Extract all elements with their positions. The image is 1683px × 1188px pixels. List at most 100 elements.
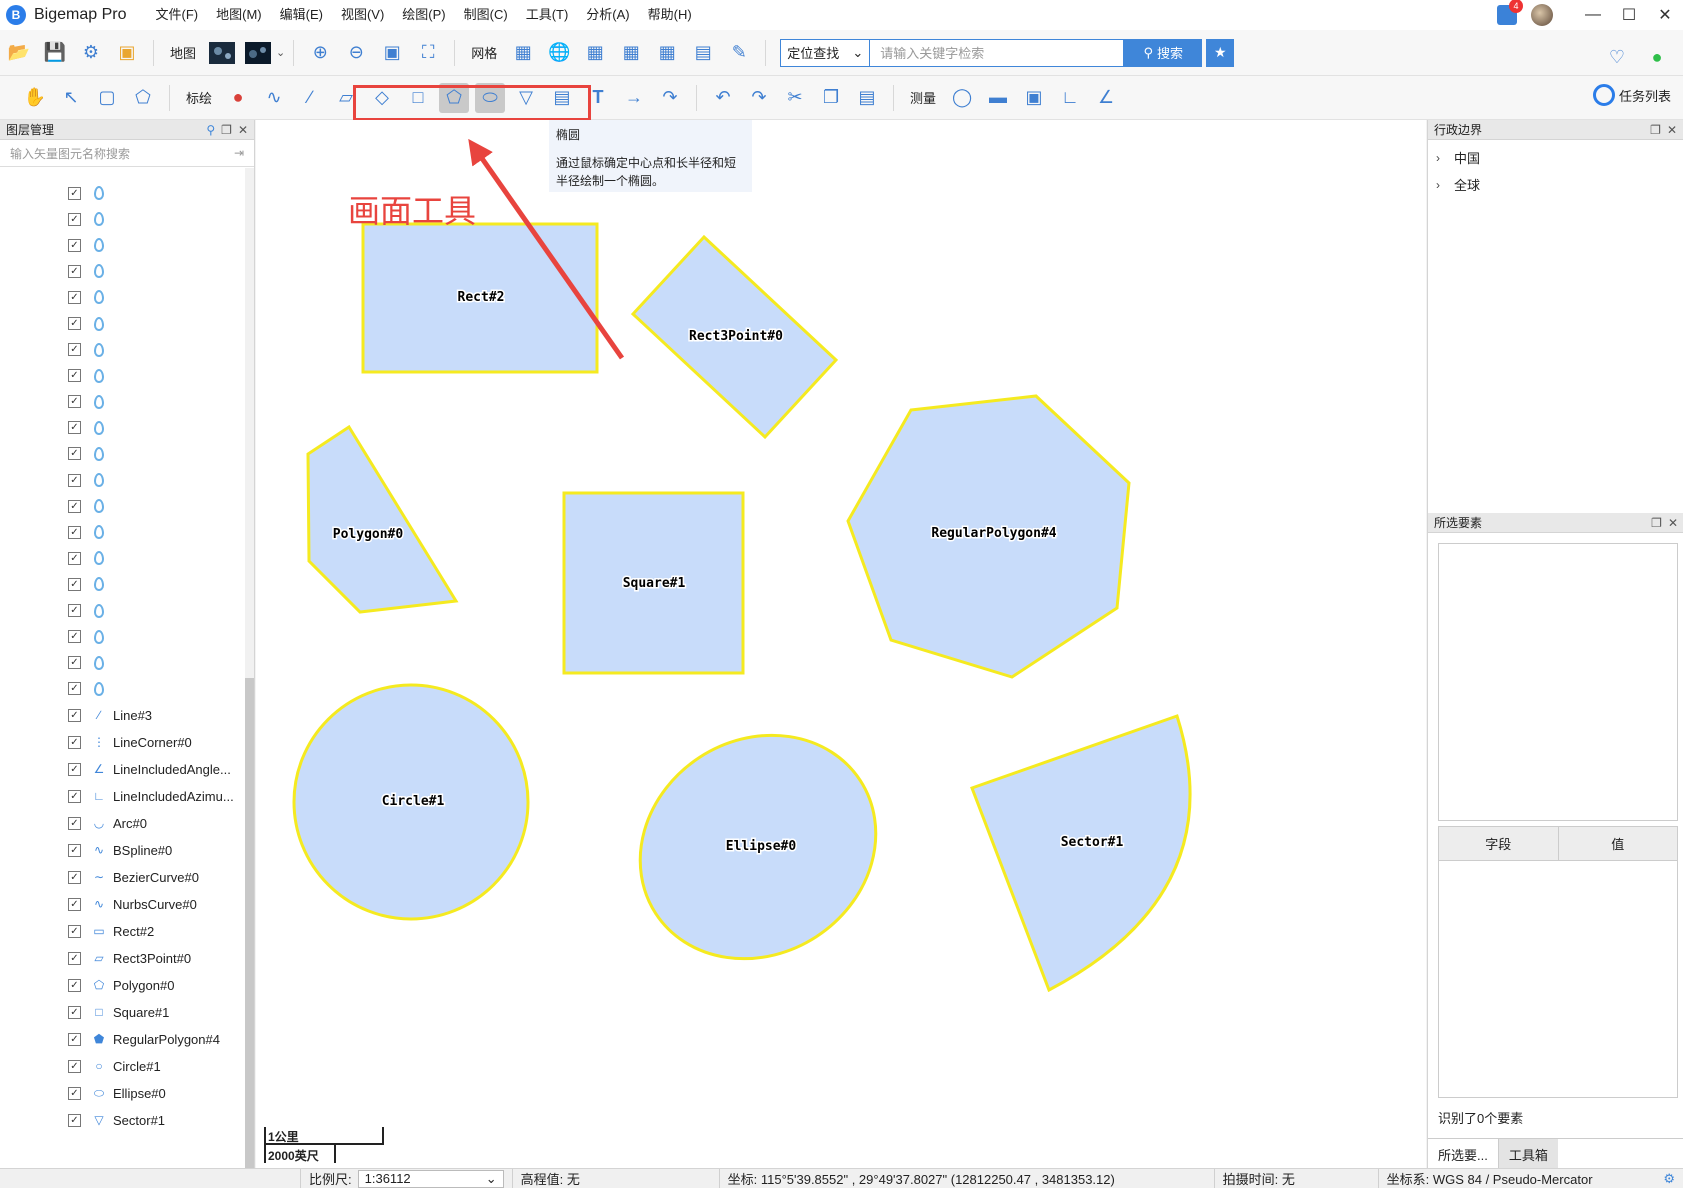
field-column-header[interactable]: 字段 bbox=[1439, 827, 1559, 860]
search-button[interactable]: ⚲ 搜索 bbox=[1124, 38, 1203, 67]
layer-checkbox[interactable]: ✓ bbox=[68, 682, 81, 696]
layer-row[interactable]: ✓ ∿ BSpline#0 bbox=[0, 837, 245, 864]
measure-distance-icon[interactable]: ▬ bbox=[983, 83, 1013, 113]
chevron-down-icon[interactable]: ⌄ bbox=[276, 46, 285, 59]
grid-icon[interactable]: ▦ bbox=[508, 38, 538, 68]
layer-checkbox[interactable]: ✓ bbox=[68, 843, 81, 857]
curve-arrow-icon[interactable]: ↷ bbox=[655, 83, 685, 113]
layer-checkbox[interactable]: ✓ bbox=[68, 369, 81, 383]
close-button[interactable]: ✕ bbox=[1647, 0, 1683, 30]
draw-ellipse-tool-icon[interactable]: ⬭ bbox=[475, 82, 506, 113]
layer-checkbox[interactable]: ✓ bbox=[68, 951, 81, 965]
layer-checkbox[interactable]: ✓ bbox=[68, 473, 81, 487]
layer-checkbox[interactable]: ✓ bbox=[68, 551, 81, 565]
measure-point-icon[interactable]: ◯ bbox=[947, 83, 977, 113]
heart-icon[interactable]: ♡ bbox=[1602, 42, 1632, 72]
layer-checkbox[interactable]: ✓ bbox=[68, 978, 81, 992]
undo-icon[interactable]: ↶ bbox=[708, 83, 738, 113]
layer-row-marker[interactable]: ✓ bbox=[0, 363, 245, 389]
text-tool-icon[interactable]: T bbox=[583, 83, 613, 113]
favorite-star-icon[interactable]: ★ bbox=[1206, 38, 1235, 67]
zoom-in-icon[interactable]: ⊕ bbox=[305, 38, 335, 68]
layer-row-marker[interactable]: ✓ bbox=[0, 389, 245, 415]
layer-row[interactable]: ✓ ⬠ Polygon#0 bbox=[0, 972, 245, 999]
maximize-button[interactable]: ☐ bbox=[1611, 0, 1647, 30]
layer-checkbox[interactable]: ✓ bbox=[68, 499, 81, 513]
nh-grid-icon[interactable]: ▦ bbox=[616, 38, 646, 68]
layer-row[interactable]: ✓ ∼ BezierCurve#0 bbox=[0, 864, 245, 891]
select-arrow-icon[interactable]: ↖ bbox=[56, 83, 86, 113]
layer-row[interactable]: ✓ ⬟ RegularPolygon#4 bbox=[0, 1026, 245, 1053]
settings-gear-icon[interactable]: ⚙ bbox=[76, 38, 106, 68]
layer-row-marker[interactable]: ✓ bbox=[0, 415, 245, 441]
layer-checkbox[interactable]: ✓ bbox=[68, 816, 81, 830]
layer-checkbox[interactable]: ✓ bbox=[68, 212, 81, 226]
tab-toolbox[interactable]: 工具箱 bbox=[1497, 1139, 1558, 1169]
search-icon[interactable]: ⚲ bbox=[206, 123, 215, 137]
scroll-thumb[interactable] bbox=[245, 678, 254, 1188]
layer-row-marker[interactable]: ✓ bbox=[0, 598, 245, 624]
menu-help[interactable]: 帮助(H) bbox=[639, 0, 701, 30]
menu-map[interactable]: 地图(M) bbox=[207, 0, 271, 30]
tree-item-china[interactable]: › 中国 bbox=[1428, 144, 1683, 171]
collapse-icon[interactable]: ⇥ bbox=[234, 146, 244, 160]
layer-search-input[interactable]: 输入矢量图元名称搜索 ⇥ bbox=[0, 140, 254, 167]
brush-icon[interactable]: ✎ bbox=[724, 38, 754, 68]
scale-select[interactable]: 1:36112 ⌄ bbox=[357, 1169, 504, 1188]
menu-tools[interactable]: 工具(T) bbox=[517, 0, 578, 30]
layer-row-marker[interactable]: ✓ bbox=[0, 232, 245, 258]
layer-row-marker[interactable]: ✓ bbox=[0, 180, 245, 206]
layer-checkbox[interactable]: ✓ bbox=[68, 264, 81, 278]
layer-row[interactable]: ✓ ◡ Arc#0 bbox=[0, 810, 245, 837]
pan-hand-icon[interactable]: ✋ bbox=[20, 83, 50, 113]
wechat-icon[interactable]: ● bbox=[1642, 42, 1672, 72]
draw-rect3point-tool-icon[interactable]: ◇ bbox=[367, 83, 397, 113]
layer-checkbox[interactable]: ✓ bbox=[68, 186, 81, 200]
tree-item-global[interactable]: › 全球 bbox=[1428, 171, 1683, 198]
layer-row-marker[interactable]: ✓ bbox=[0, 284, 245, 310]
freehand-line-icon[interactable]: ∕ bbox=[295, 83, 325, 113]
layer-checkbox[interactable]: ✓ bbox=[68, 924, 81, 938]
paste-icon[interactable]: ▤ bbox=[852, 83, 882, 113]
full-extent-icon[interactable]: ⛶ bbox=[413, 38, 443, 68]
redo-icon[interactable]: ↷ bbox=[744, 83, 774, 113]
layer-row-marker[interactable]: ✓ bbox=[0, 310, 245, 336]
layer-row[interactable]: ✓ ▱ Rect3Point#0 bbox=[0, 945, 245, 972]
layer-row[interactable]: ✓ ∟ LineIncludedAzimu... bbox=[0, 783, 245, 810]
polygon-select-icon[interactable]: ⬠ bbox=[128, 83, 158, 113]
layer-checkbox[interactable]: ✓ bbox=[68, 897, 81, 911]
latlon-grid-icon[interactable]: 🌐 bbox=[544, 38, 574, 68]
value-column-header[interactable]: 值 bbox=[1559, 827, 1678, 860]
layer-checkbox[interactable]: ✓ bbox=[68, 395, 81, 409]
layer-checkbox[interactable]: ✓ bbox=[68, 656, 81, 670]
open-folder-icon[interactable]: 📂 bbox=[4, 38, 34, 68]
layer-row-marker[interactable]: ✓ bbox=[0, 467, 245, 493]
layer-row-marker[interactable]: ✓ bbox=[0, 624, 245, 650]
menu-analysis[interactable]: 分析(A) bbox=[577, 0, 638, 30]
measure-angle-icon[interactable]: ∟ bbox=[1055, 83, 1085, 113]
tab-selected-features[interactable]: 所选要... bbox=[1428, 1139, 1498, 1169]
task-list-button[interactable]: 任务列表 bbox=[1592, 84, 1671, 106]
draw-rect-tool-icon[interactable]: ▱ bbox=[331, 83, 361, 113]
layer-row-marker[interactable]: ✓ bbox=[0, 571, 245, 597]
chevron-right-icon[interactable]: › bbox=[1436, 178, 1454, 192]
menu-file[interactable]: 文件(F) bbox=[147, 0, 208, 30]
km-grid-icon[interactable]: ▦ bbox=[580, 38, 610, 68]
layer-row[interactable]: ✓ ○ Circle#1 bbox=[0, 1053, 245, 1080]
layer-checkbox[interactable]: ✓ bbox=[68, 1032, 81, 1046]
save-icon[interactable]: 💾 bbox=[40, 38, 70, 68]
search-input[interactable]: 请输入关键字检索 bbox=[870, 38, 1125, 67]
layer-checkbox[interactable]: ✓ bbox=[68, 762, 81, 776]
map-shape-sector[interactable] bbox=[970, 714, 1192, 993]
map-canvas[interactable]: Rect#2 Rect3Point#0 Polygon#0 Square#1 Regul… bbox=[256, 120, 1426, 1168]
layer-checkbox[interactable]: ✓ bbox=[68, 870, 81, 884]
layer-checkbox[interactable]: ✓ bbox=[68, 290, 81, 304]
menu-draw[interactable]: 绘图(P) bbox=[393, 0, 454, 30]
image-icon[interactable]: ▣ bbox=[112, 38, 142, 68]
fill-pattern-icon[interactable]: ▤ bbox=[547, 83, 577, 113]
menu-cartography[interactable]: 制图(C) bbox=[455, 0, 517, 30]
arrow-tool-icon[interactable]: → bbox=[619, 83, 649, 113]
layer-row-marker[interactable]: ✓ bbox=[0, 676, 245, 702]
layer-checkbox[interactable]: ✓ bbox=[68, 238, 81, 252]
restore-icon[interactable]: ❐ bbox=[1650, 123, 1661, 137]
